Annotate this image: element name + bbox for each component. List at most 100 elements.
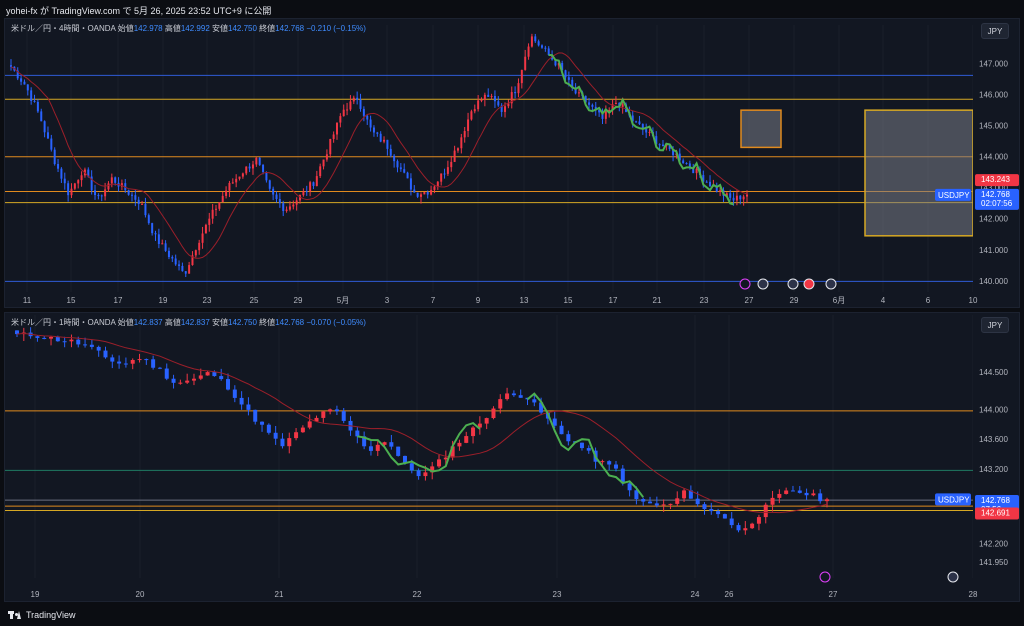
time-axis-tick: 17 <box>609 296 618 305</box>
candle-body <box>440 173 443 182</box>
candles <box>10 33 748 277</box>
chart-pane-4h[interactable]: 147.000 146.000 145.000 144.000 143.000 142.0… <box>4 18 1020 308</box>
time-axis-tick: 7 <box>431 296 436 305</box>
time-axis-tick: 9 <box>476 296 481 305</box>
zone-rectangle <box>864 109 974 237</box>
candle-body <box>221 195 224 203</box>
candle-body <box>627 483 632 491</box>
time-axis-tick: 6 <box>926 296 931 305</box>
candle-body <box>141 203 144 205</box>
candle-body <box>258 157 261 165</box>
candle-body <box>607 461 612 465</box>
time-axis-tick: 27 <box>745 296 754 305</box>
candle-body <box>804 492 809 496</box>
chart-canvas-4h[interactable]: 147.000146.000145.000144.000143.000142.0… <box>5 19 1020 308</box>
event-flag-icon <box>947 571 959 583</box>
legend-close: 142.768 <box>275 318 305 327</box>
candle-body <box>818 493 823 502</box>
candle-body <box>530 36 533 47</box>
symbol-tag: USDJPY <box>935 188 971 201</box>
chart-pane-1h[interactable]: 144.500144.000143.600143.200142.600142.2… <box>4 312 1020 602</box>
candle-body <box>35 336 40 338</box>
candle-body <box>376 132 379 134</box>
tradingview-brand: TradingView <box>26 610 76 620</box>
candle-body <box>352 97 355 102</box>
candle-body <box>321 411 326 418</box>
candle-body <box>10 65 12 67</box>
event-flag-icon <box>825 278 837 290</box>
candle-body <box>456 148 459 151</box>
candle-body <box>23 81 26 85</box>
candle-body <box>648 131 651 133</box>
candle-body <box>460 137 463 149</box>
candle-body <box>329 138 332 155</box>
candle-body <box>635 121 638 123</box>
candle-body <box>705 181 708 183</box>
candle-body <box>416 470 421 477</box>
candle-body <box>579 442 584 449</box>
candle-body <box>811 493 816 496</box>
time-axis-tick: 10 <box>969 296 978 305</box>
time-axis-tick: 27 <box>829 590 838 599</box>
candle-body <box>426 192 429 195</box>
time-axis-tick: 23 <box>553 590 562 599</box>
candle-body <box>355 430 360 437</box>
candle-body <box>67 183 70 196</box>
chart-canvas-1h[interactable]: 144.500144.000143.600143.200142.600142.2… <box>5 313 1020 602</box>
candle-body <box>232 389 237 398</box>
candle-body <box>537 41 540 46</box>
candle-body <box>100 195 103 197</box>
candle-body <box>668 503 673 505</box>
candle-body <box>114 177 117 183</box>
currency-button[interactable]: JPY <box>981 23 1009 39</box>
candle-body <box>564 70 567 78</box>
candle-body <box>487 94 490 97</box>
price-axis-tick: 145.000 <box>979 122 1008 131</box>
currency-button[interactable]: JPY <box>981 317 1009 333</box>
candle-body <box>225 190 228 196</box>
candle-body <box>110 177 113 184</box>
candle-body <box>178 264 181 266</box>
candle-body <box>729 518 734 526</box>
candle-body <box>332 134 335 139</box>
candle-body <box>26 84 29 91</box>
candle-body <box>532 399 537 403</box>
candle-body <box>144 203 147 216</box>
moving-average-line <box>10 52 748 259</box>
candle-body <box>645 129 648 133</box>
candle-body <box>702 504 707 510</box>
candle-body <box>540 45 543 48</box>
candle-body <box>518 395 523 398</box>
candle-body <box>341 411 346 421</box>
candle-body <box>586 448 591 451</box>
candle-body <box>325 154 328 160</box>
event-flag-icon-circle <box>947 571 959 583</box>
price-tag-red-text: 143.243 <box>981 175 1010 184</box>
candle-body <box>260 421 265 425</box>
candle-body <box>477 100 480 110</box>
candle-body <box>292 204 295 207</box>
candle-body <box>211 209 214 219</box>
price-tag-current: 142.76802:07:56 <box>975 188 1019 210</box>
price-tag-current-text: 142.768 <box>981 190 1010 199</box>
candle-body <box>218 202 221 209</box>
candle-body <box>520 69 523 84</box>
candle-body <box>194 250 197 256</box>
candle-body <box>514 92 517 94</box>
candle-body <box>241 173 244 177</box>
event-flag-icon-circle <box>825 278 837 290</box>
candle-body <box>322 159 325 167</box>
candle-body <box>328 409 333 412</box>
candle-body <box>722 514 727 519</box>
legend-open-label: 始値 <box>117 24 134 33</box>
time-axis-tick: 26 <box>725 590 734 599</box>
time-axis-tick: 23 <box>203 296 212 305</box>
tradingview-logo[interactable]: TradingView <box>8 610 76 620</box>
candle-body <box>266 424 271 433</box>
candle-body <box>181 265 184 272</box>
candle-body <box>50 138 53 150</box>
time-axis-tick: 19 <box>159 296 168 305</box>
candle-body <box>614 102 617 105</box>
legend-close: 142.768 <box>275 24 305 33</box>
event-flash-icon-circle <box>819 571 831 583</box>
